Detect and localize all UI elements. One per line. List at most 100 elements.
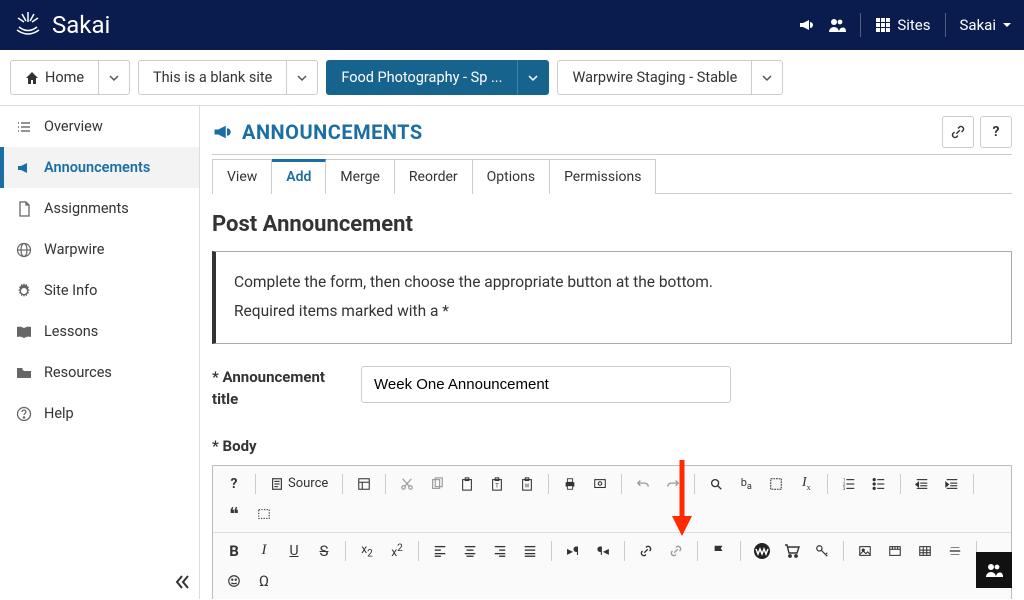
copy-button[interactable] — [424, 471, 450, 497]
announcement-title-input[interactable] — [361, 366, 731, 403]
bullhorn-icon[interactable] — [798, 17, 814, 33]
direct-link-button[interactable] — [942, 116, 974, 148]
bulleted-list-button[interactable] — [866, 471, 892, 497]
home-icon — [25, 71, 39, 85]
cart-icon — [784, 543, 800, 559]
key-button[interactable] — [809, 538, 835, 564]
paste-word-button[interactable]: W — [514, 471, 540, 497]
indent-button[interactable] — [939, 471, 965, 497]
collapse-sidebar-button[interactable] — [173, 573, 191, 591]
preview-button[interactable] — [587, 471, 613, 497]
cart-button[interactable] — [779, 538, 805, 564]
sidebar-item-overview[interactable]: Overview — [0, 106, 199, 147]
site-tab-warpwire-dropdown[interactable] — [752, 60, 783, 95]
tab-reorder[interactable]: Reorder — [395, 159, 473, 194]
site-tab-home-dropdown[interactable] — [99, 60, 130, 95]
link-icon — [951, 125, 965, 139]
link-button[interactable] — [633, 538, 659, 564]
undo-icon — [636, 477, 650, 491]
tool-title[interactable]: ANNOUNCEMENTS — [212, 120, 423, 144]
numbered-list-button[interactable]: 123 — [836, 471, 862, 497]
strike-button[interactable]: S — [311, 538, 337, 564]
image-button[interactable] — [852, 538, 878, 564]
sidebar-item-resources[interactable]: Resources — [0, 352, 199, 393]
removeformat-button[interactable]: Ix — [793, 471, 819, 497]
preview-icon — [593, 477, 607, 491]
superscript-button[interactable]: x2 — [384, 538, 410, 564]
sidebar-item-warpwire[interactable]: Warpwire — [0, 229, 199, 270]
hint-line1: Complete the form, then choose the appro… — [234, 268, 993, 297]
smiley-button[interactable] — [221, 568, 247, 594]
toolbar-separator — [624, 541, 625, 561]
print-button[interactable] — [557, 471, 583, 497]
hint-line2: Required items marked with a * — [234, 297, 993, 326]
toolbar-separator — [827, 474, 828, 494]
undo-button[interactable] — [630, 471, 656, 497]
align-right-button[interactable] — [487, 538, 513, 564]
sites-button[interactable]: Sites — [875, 16, 930, 34]
anchor-button[interactable] — [706, 538, 732, 564]
user-menu[interactable]: Sakai — [960, 16, 1012, 34]
site-tab-warpwire-main[interactable]: Warpwire Staging - Stable — [557, 60, 752, 95]
selectall-button[interactable] — [763, 471, 789, 497]
redo-button[interactable] — [660, 471, 686, 497]
align-justify-button[interactable] — [517, 538, 543, 564]
table-button[interactable] — [912, 538, 938, 564]
sidebar-item-announcements[interactable]: Announcements — [0, 147, 199, 188]
site-tab-food-main[interactable]: Food Photography - Sp ... — [326, 60, 517, 95]
align-left-button[interactable] — [427, 538, 453, 564]
outdent-button[interactable] — [909, 471, 935, 497]
tab-view[interactable]: View — [212, 159, 272, 194]
page-title: Post Announcement — [212, 212, 1012, 237]
source-button[interactable]: Source — [264, 471, 334, 497]
copy-icon — [430, 477, 444, 491]
site-tab-home-main[interactable]: Home — [10, 60, 99, 95]
tab-permissions[interactable]: Permissions — [550, 159, 656, 194]
div-button[interactable] — [251, 501, 277, 527]
sidebar-item-assignments[interactable]: Assignments — [0, 188, 199, 229]
site-tab-blank-dropdown[interactable] — [287, 60, 318, 95]
blockquote-button[interactable]: ❝ — [221, 501, 247, 527]
find-button[interactable] — [703, 471, 729, 497]
warpwire-button[interactable] — [749, 538, 775, 564]
subscript-button[interactable]: x2 — [354, 538, 380, 564]
sidebar-item-lessons[interactable]: Lessons — [0, 311, 199, 352]
underline-button[interactable]: U — [281, 538, 307, 564]
paste-text-button[interactable]: T — [484, 471, 510, 497]
sidebar-item-site-info[interactable]: Site Info — [0, 270, 199, 311]
site-tab-food-dropdown[interactable] — [517, 60, 549, 95]
help-button[interactable]: ? — [980, 116, 1012, 148]
replace-button[interactable]: ba — [733, 471, 759, 497]
caret-down-icon — [1002, 20, 1012, 30]
clipboard-icon — [460, 477, 474, 491]
app-header: Sakai Sites Sakai — [0, 0, 1024, 50]
italic-button[interactable]: I — [251, 538, 277, 564]
text-direction-rtl-button[interactable]: ¶◂ — [590, 538, 616, 564]
text-direction-ltr-button[interactable]: ▸¶ — [560, 538, 586, 564]
specialchar-button[interactable]: Ω — [251, 568, 277, 594]
floating-users-button[interactable] — [976, 552, 1012, 588]
italic-icon: I — [262, 542, 267, 559]
align-center-button[interactable] — [457, 538, 483, 564]
users-icon[interactable] — [828, 17, 846, 33]
sidebar-item-label: Help — [44, 405, 74, 422]
tab-merge[interactable]: Merge — [326, 159, 395, 194]
paste-button[interactable] — [454, 471, 480, 497]
omega-icon: Ω — [259, 572, 269, 590]
tab-add[interactable]: Add — [272, 159, 326, 194]
editor-help-button[interactable]: ? — [221, 471, 247, 497]
bold-button[interactable]: B — [221, 538, 247, 564]
unlink-button[interactable] — [663, 538, 689, 564]
sidebar-item-help[interactable]: Help — [0, 393, 199, 434]
hr-button[interactable] — [942, 538, 968, 564]
site-tab-blank-main[interactable]: This is a blank site — [138, 60, 287, 95]
video-button[interactable] — [882, 538, 908, 564]
cut-button[interactable] — [394, 471, 420, 497]
title-label: * Announcement title — [212, 366, 337, 411]
tab-options[interactable]: Options — [473, 159, 550, 194]
templates-button[interactable] — [351, 471, 377, 497]
ltr-icon: ▸¶ — [567, 544, 579, 558]
templates-icon — [357, 477, 371, 491]
logo[interactable]: Sakai — [12, 9, 110, 41]
content-area: ANNOUNCEMENTS ? View Add Merge Reorder O… — [200, 106, 1024, 599]
